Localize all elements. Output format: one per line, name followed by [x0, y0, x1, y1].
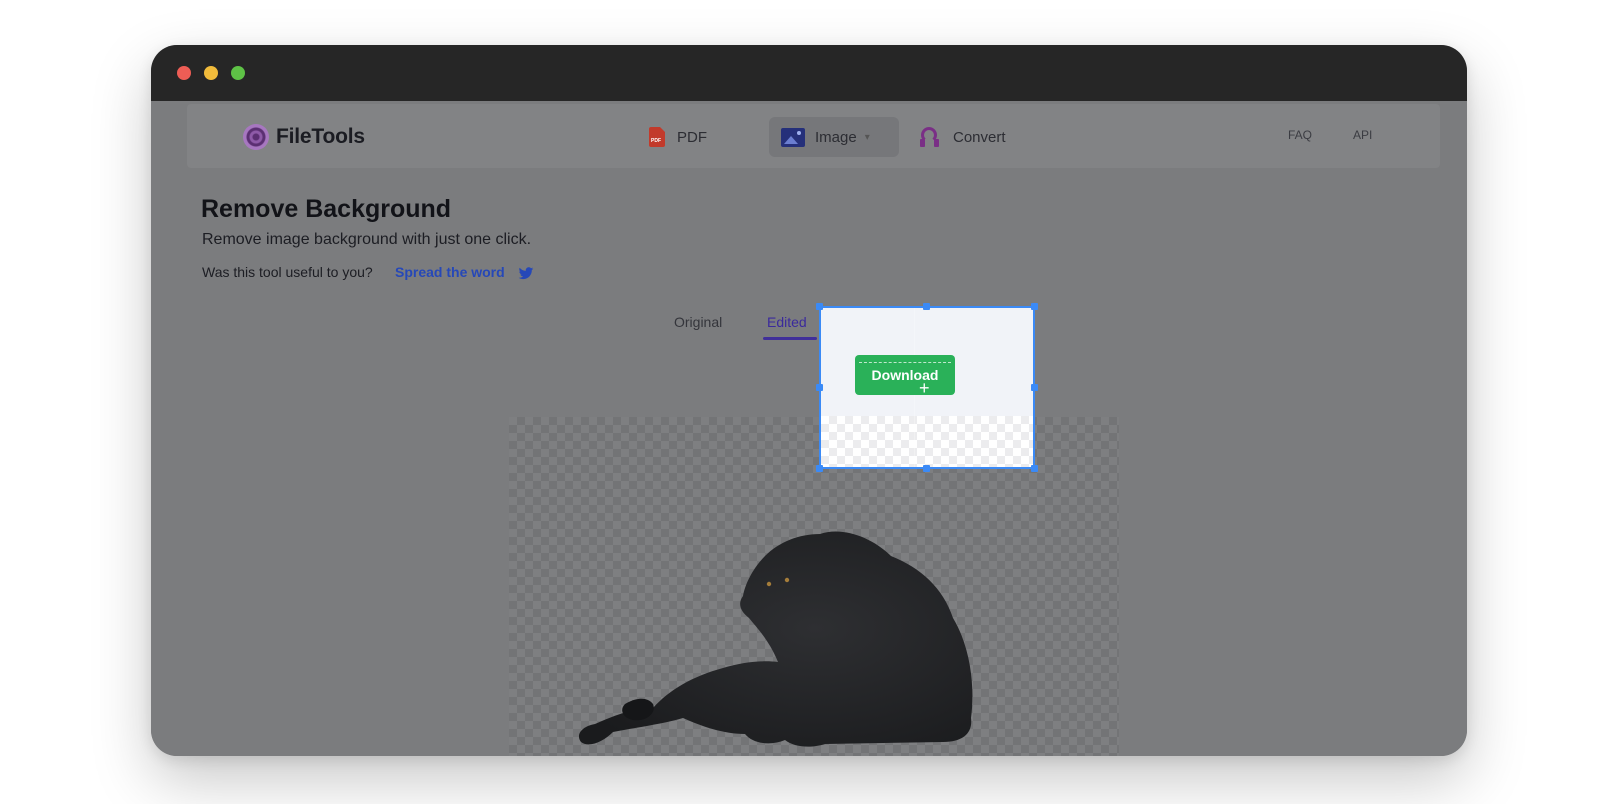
twitter-icon[interactable]	[518, 265, 534, 281]
resize-handle-top[interactable]	[923, 303, 930, 310]
pdf-file-icon: PDF	[649, 127, 665, 147]
tab-edited[interactable]: Edited	[767, 314, 807, 330]
selection-transparency-preview	[821, 416, 1033, 467]
spread-the-word-link[interactable]: Spread the word	[395, 264, 505, 280]
resize-handle-right[interactable]	[1031, 384, 1038, 391]
panther-image	[578, 531, 973, 747]
download-button[interactable]: Download	[855, 355, 955, 395]
nav-item-label: Image	[815, 128, 857, 146]
nav-item-label: PDF	[677, 128, 707, 146]
logo[interactable]: FileTools	[243, 123, 365, 151]
selection-box[interactable]: Download +	[819, 306, 1035, 469]
nav-item-convert[interactable]: Convert	[919, 117, 1006, 157]
resize-handle-top-left[interactable]	[816, 303, 823, 310]
crosshair-cursor-icon: +	[919, 378, 930, 398]
feedback-prompt: Was this tool useful to you?	[202, 264, 373, 280]
tab-original[interactable]: Original	[674, 314, 722, 330]
close-window-button[interactable]	[177, 66, 191, 80]
resize-handle-top-right[interactable]	[1031, 303, 1038, 310]
image-icon	[781, 127, 805, 147]
page-subtitle: Remove image background with just one cl…	[202, 231, 532, 248]
active-tab-indicator	[763, 337, 817, 340]
page-content: FileTools PDF PDF Image ▾ Convert FAQ AP…	[151, 101, 1467, 756]
faq-link[interactable]: FAQ	[1288, 128, 1312, 142]
browser-window: FileTools PDF PDF Image ▾ Convert FAQ AP…	[151, 45, 1467, 756]
logo-text: FileTools	[276, 125, 365, 148]
resize-handle-bottom-left[interactable]	[816, 465, 823, 472]
convert-icon	[919, 126, 941, 148]
zoom-window-button[interactable]	[231, 66, 245, 80]
resize-handle-bottom-right[interactable]	[1031, 465, 1038, 472]
window-titlebar	[151, 45, 1467, 101]
filetools-logo-icon	[243, 124, 269, 150]
chevron-down-icon: ▾	[864, 131, 870, 143]
minimize-window-button[interactable]	[204, 66, 218, 80]
nav-item-image[interactable]: Image ▾	[769, 117, 899, 157]
nav-item-pdf[interactable]: PDF PDF	[643, 117, 707, 157]
resize-handle-left[interactable]	[816, 384, 823, 391]
resize-handle-bottom[interactable]	[923, 465, 930, 472]
page-title: Remove Background	[201, 195, 452, 223]
top-navbar: FileTools PDF PDF Image ▾ Convert FAQ AP…	[187, 104, 1440, 168]
nav-item-label: Convert	[953, 128, 1006, 146]
api-link[interactable]: API	[1353, 128, 1372, 142]
